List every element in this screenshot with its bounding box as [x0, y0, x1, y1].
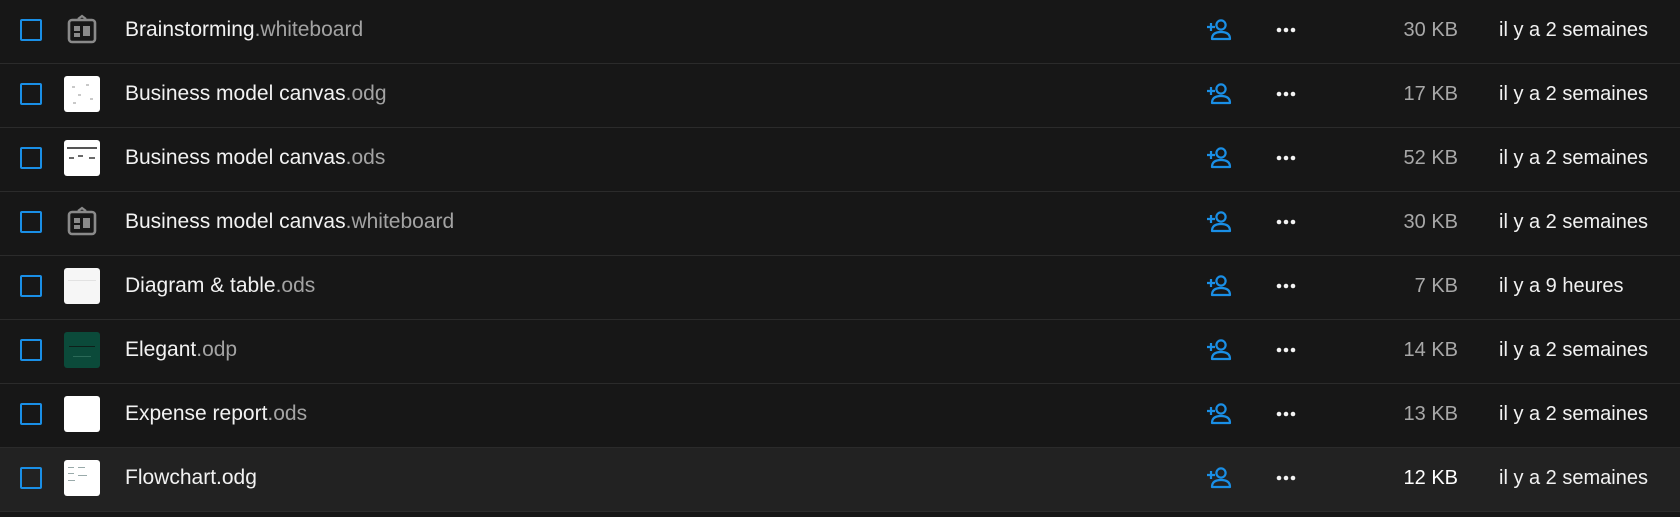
- share-icon[interactable]: [1204, 79, 1234, 109]
- file-extension: .odg: [216, 466, 257, 489]
- file-extension: .odp: [196, 338, 238, 361]
- file-size: 7 KB: [1414, 275, 1458, 297]
- share-icon[interactable]: [1204, 463, 1234, 493]
- file-row[interactable]: Business model canvas.odg 17 KB il y a 2…: [0, 64, 1680, 128]
- file-name[interactable]: Brainstorming.whiteboard: [125, 0, 363, 60]
- file-name[interactable]: Business model canvas.ods: [125, 128, 385, 188]
- file-row[interactable]: Flowchart.odg 12 KB il y a 2 semaines: [0, 448, 1680, 512]
- more-options-icon[interactable]: [1271, 79, 1301, 109]
- file-name[interactable]: Diagram & table.ods: [125, 256, 315, 316]
- file-name-base: Elegant: [125, 338, 197, 361]
- file-name[interactable]: Elegant.odp: [125, 320, 237, 380]
- spreadsheet-thumbnail: [64, 396, 100, 432]
- file-row[interactable]: Expense report.ods 13 KB il y a 2 semain…: [0, 384, 1680, 448]
- whiteboard-icon: [64, 12, 100, 48]
- more-options-icon[interactable]: [1271, 463, 1301, 493]
- more-options-icon[interactable]: [1271, 271, 1301, 301]
- file-size: 14 KB: [1403, 339, 1458, 361]
- file-extension: .whiteboard: [254, 18, 364, 41]
- share-icon[interactable]: [1204, 271, 1234, 301]
- file-name-base: Business model canvas: [125, 210, 346, 233]
- file-name-base: Brainstorming: [125, 18, 255, 41]
- select-checkbox[interactable]: [20, 83, 42, 105]
- select-checkbox[interactable]: [20, 211, 42, 233]
- select-checkbox[interactable]: [20, 403, 42, 425]
- file-extension: .ods: [345, 146, 386, 169]
- select-checkbox[interactable]: [20, 275, 42, 297]
- file-modified: il y a 2 semaines: [1499, 467, 1648, 489]
- presentation-thumbnail: [64, 332, 100, 368]
- share-icon[interactable]: [1204, 399, 1234, 429]
- share-icon[interactable]: [1204, 15, 1234, 45]
- file-modified: il y a 2 semaines: [1499, 339, 1648, 361]
- file-name[interactable]: Flowchart.odg: [125, 448, 257, 508]
- file-modified: il y a 2 semaines: [1499, 211, 1648, 233]
- file-size: 12 KB: [1403, 467, 1458, 489]
- select-checkbox[interactable]: [20, 467, 42, 489]
- file-name-base: Business model canvas: [125, 82, 346, 105]
- file-modified: il y a 2 semaines: [1499, 19, 1648, 41]
- file-modified: il y a 2 semaines: [1499, 83, 1648, 105]
- file-extension: .ods: [267, 402, 308, 425]
- more-options-icon[interactable]: [1271, 143, 1301, 173]
- share-icon[interactable]: [1204, 335, 1234, 365]
- file-list: Brainstorming.whiteboard 30 KB il y a 2 …: [0, 0, 1680, 517]
- more-options-icon[interactable]: [1271, 399, 1301, 429]
- file-extension: .whiteboard: [345, 210, 455, 233]
- more-options-icon[interactable]: [1271, 207, 1301, 237]
- file-extension: .odg: [345, 82, 387, 105]
- file-modified: il y a 2 semaines: [1499, 147, 1648, 169]
- file-size: 52 KB: [1403, 147, 1458, 169]
- select-checkbox[interactable]: [20, 19, 42, 41]
- more-options-icon[interactable]: [1271, 335, 1301, 365]
- file-name-base: Flowchart: [125, 466, 217, 489]
- file-extension: .ods: [275, 274, 316, 297]
- file-name-base: Expense report: [125, 402, 268, 425]
- file-name[interactable]: Business model canvas.whiteboard: [125, 192, 454, 252]
- file-name-base: Business model canvas: [125, 146, 346, 169]
- select-checkbox[interactable]: [20, 147, 42, 169]
- file-row[interactable]: Elegant.odp 14 KB il y a 2 semaines: [0, 320, 1680, 384]
- file-modified: il y a 9 heures: [1499, 275, 1624, 297]
- spreadsheet-thumbnail: [64, 268, 100, 304]
- file-name[interactable]: Expense report.ods: [125, 384, 307, 444]
- share-icon[interactable]: [1204, 143, 1234, 173]
- file-size: 30 KB: [1403, 211, 1458, 233]
- whiteboard-icon: [64, 204, 100, 240]
- more-options-icon[interactable]: [1271, 15, 1301, 45]
- select-checkbox[interactable]: [20, 339, 42, 361]
- file-size: 30 KB: [1403, 19, 1458, 41]
- file-size: 17 KB: [1403, 83, 1458, 105]
- file-row[interactable]: Diagram & table.ods 7 KB il y a 9 heures: [0, 256, 1680, 320]
- file-row[interactable]: Business model canvas.whiteboard 30 KB i…: [0, 192, 1680, 256]
- spreadsheet-thumbnail: [64, 140, 100, 176]
- drawing-thumbnail: [64, 460, 100, 496]
- file-size: 13 KB: [1403, 403, 1458, 425]
- share-icon[interactable]: [1204, 207, 1234, 237]
- file-modified: il y a 2 semaines: [1499, 403, 1648, 425]
- drawing-thumbnail: [64, 76, 100, 112]
- file-name-base: Diagram & table: [125, 274, 276, 297]
- file-row[interactable]: Business model canvas.ods 52 KB il y a 2…: [0, 128, 1680, 192]
- file-name[interactable]: Business model canvas.odg: [125, 64, 387, 124]
- file-row[interactable]: Brainstorming.whiteboard 30 KB il y a 2 …: [0, 0, 1680, 64]
